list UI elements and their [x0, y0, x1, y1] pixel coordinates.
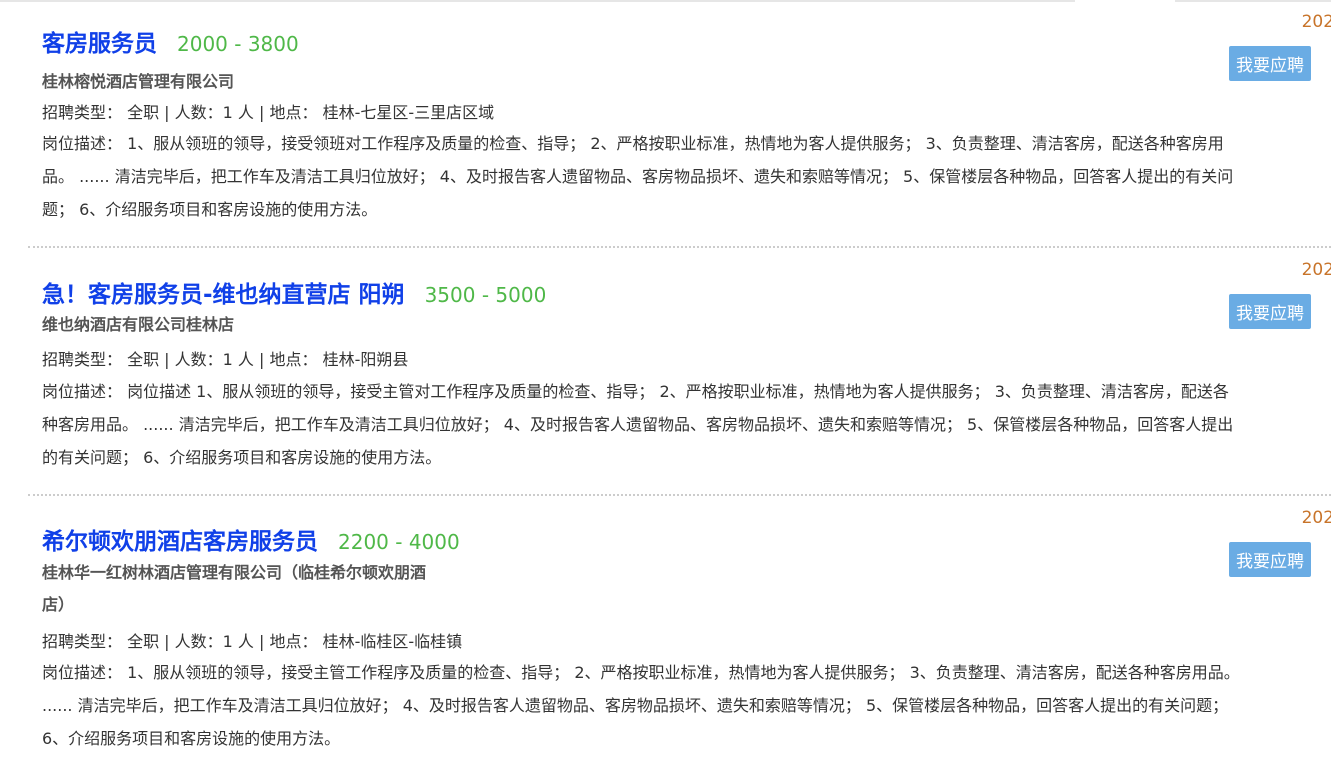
company-name[interactable]: 桂林榕悦酒店管理有限公司: [42, 66, 234, 98]
job-description: 岗位描述： 岗位描述 1、服从领班的领导，接受主管对工作程序及质量的检查、指导；…: [42, 375, 1331, 474]
company-name-line: 桂林榕悦酒店管理有限公司: [42, 72, 235, 91]
company-name[interactable]: 桂林华一红树林酒店管理有限公司（临桂希尔顿欢朋酒 店）: [42, 557, 426, 621]
job-title-link[interactable]: 急！客房服务员-维也纳直营店 阳朔: [42, 282, 405, 308]
job-title-link[interactable]: 客房服务员: [42, 31, 157, 57]
company-name-line: 维也纳酒店有限公司桂林店: [42, 315, 235, 334]
job-description: 岗位描述： 1、服从领班的领导，接受主管工作程序及质量的检查、指导； 2、严格按…: [42, 656, 1331, 755]
post-date: 2020-: [1301, 508, 1331, 528]
description-line: 岗位描述： 岗位描述 1、服从领班的领导，接受主管对工作程序及质量的检查、指导；…: [42, 382, 1229, 401]
job-title-link[interactable]: 希尔顿欢朋酒店客房服务员: [42, 529, 318, 555]
job-meta: 招聘类型： 全职 | 人数：1 人 | 地点： 桂林-七星区-三里店区域: [42, 103, 495, 122]
description-line: 题； 6、介绍服务项目和客房设施的使用方法。: [42, 200, 378, 219]
title-row: 希尔顿欢朋酒店客房服务员 2200 - 4000: [42, 522, 460, 556]
company-name-line: 店）: [42, 595, 75, 614]
apply-button[interactable]: 我要应聘: [1229, 294, 1311, 329]
company-name[interactable]: 维也纳酒店有限公司桂林店: [42, 309, 234, 341]
description-line: 品。 ...... 清洁完毕后，把工作车及清洁工具归位放好； 4、及时报告客人遗…: [42, 167, 1234, 186]
job-listing: 2020- 急！客房服务员-维也纳直营店 阳朔3500 - 5000 我要应聘 …: [28, 248, 1331, 496]
salary-range: 2000 - 3800: [177, 32, 299, 56]
job-meta: 招聘类型： 全职 | 人数：1 人 | 地点： 桂林-阳朔县: [42, 350, 409, 369]
job-listing: 2020- 希尔顿欢朋酒店客房服务员 2200 - 4000 我要应聘 桂林华一红…: [28, 496, 1331, 765]
title-row: 客房服务员 2000 - 3800: [42, 24, 299, 58]
description-line: 6、介绍服务项目和客房设施的使用方法。: [42, 729, 341, 748]
salary-range: 3500 - 5000: [424, 283, 547, 307]
description-line: 的有关问题； 6、介绍服务项目和客房设施的使用方法。: [42, 448, 442, 467]
job-meta: 招聘类型： 全职 | 人数：1 人 | 地点： 桂林-临桂区-临桂镇: [42, 632, 463, 651]
description-line: ...... 清洁完毕后，把工作车及清洁工具归位放好； 4、及时报告客人遗留物品…: [42, 696, 1229, 715]
apply-button[interactable]: 我要应聘: [1229, 542, 1311, 577]
post-date: 2020-: [1301, 12, 1331, 32]
title-row: 急！客房服务员-维也纳直营店 阳朔 3500 - 5000: [42, 275, 546, 309]
description-line: 种客房用品。 ...... 清洁完毕后，把工作车及清洁工具归位放好； 4、及时报…: [42, 415, 1234, 434]
post-date: 2020-: [1301, 260, 1331, 280]
apply-button[interactable]: 我要应聘: [1229, 46, 1311, 81]
description-line: 岗位描述： 1、服从领班的领导，接受领班对工作程序及质量的检查、指导； 2、严格…: [42, 134, 1224, 153]
description-line: 岗位描述： 1、服从领班的领导，接受主管工作程序及质量的检查、指导； 2、严格按…: [42, 663, 1240, 682]
company-name-line: 桂林华一红树林酒店管理有限公司（临桂希尔顿欢朋酒: [42, 563, 427, 582]
salary-range: 2200 - 4000: [338, 530, 460, 554]
job-listing: 2020- 客房服务员 2000 - 3800 我要应聘 桂林榕悦酒店管理有限公司…: [28, 0, 1331, 248]
job-description: 岗位描述： 1、服从领班的领导，接受领班对工作程序及质量的检查、指导； 2、严格…: [42, 127, 1331, 226]
